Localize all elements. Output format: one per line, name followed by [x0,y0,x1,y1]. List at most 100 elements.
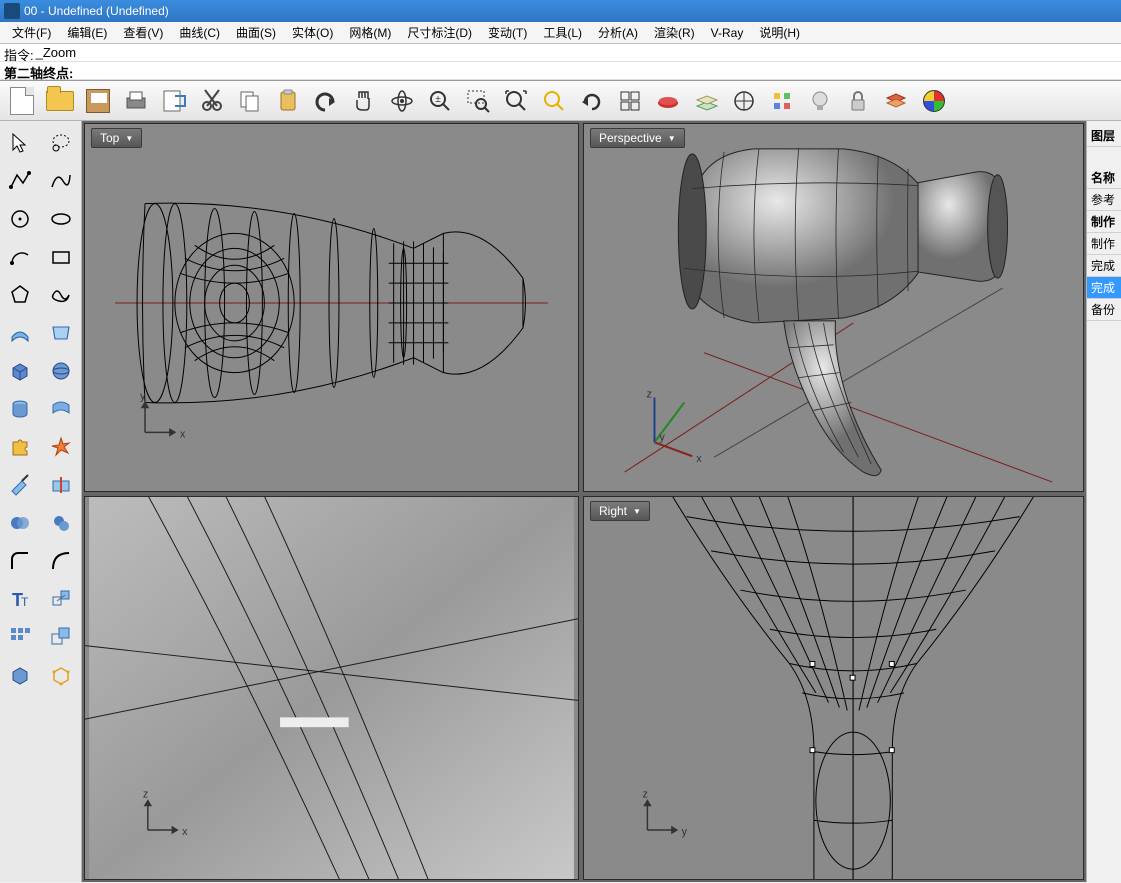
pointer-tool[interactable] [2,125,38,161]
command-line-2[interactable]: 第二轴终点: [0,62,1121,80]
surface-patch-tool[interactable] [2,315,38,351]
lasso-tool[interactable] [43,125,79,161]
cplane-button[interactable] [690,85,722,117]
layer-item[interactable]: 备份 [1087,299,1121,321]
import-button[interactable] [158,85,190,117]
paste-button[interactable] [272,85,304,117]
menu-tools[interactable]: 工具(L) [535,22,590,43]
cplane-xy-button[interactable] [728,85,760,117]
pan-button[interactable] [348,85,380,117]
menu-analyze[interactable]: 分析(A) [590,22,646,43]
zoom-extents-button[interactable] [500,85,532,117]
menu-surface[interactable]: 曲面(S) [228,22,284,43]
menu-edit[interactable]: 编辑(E) [59,22,115,43]
copy-button[interactable] [234,85,266,117]
open-file-button[interactable] [44,85,76,117]
menu-solid[interactable]: 实体(O) [284,22,341,43]
pipe-tool[interactable] [43,391,79,427]
menu-file[interactable]: 文件(F) [4,22,59,43]
viewport-top[interactable]: Top▼ [84,123,579,492]
svg-text:y: y [682,826,688,838]
arc-tool[interactable] [2,239,38,275]
svg-text:x: x [696,453,702,465]
box-tool[interactable] [2,353,38,389]
svg-text:z: z [647,389,652,401]
split-tool[interactable] [43,467,79,503]
command-prompt-1: 指令: [4,45,34,60]
knife-tool[interactable] [2,467,38,503]
undo-view-button[interactable] [576,85,608,117]
zoom-button[interactable]: ± [424,85,456,117]
viewport-front[interactable]: Front▼ x z [84,496,579,880]
layer-item[interactable]: 完成 [1087,255,1121,277]
text-tool[interactable]: TT [2,581,38,617]
menu-curve[interactable]: 曲线(C) [171,22,228,43]
cylinder-tool[interactable] [2,391,38,427]
svg-text:z: z [143,789,148,801]
svg-text:z: z [643,789,648,801]
transform-tool[interactable] [43,581,79,617]
svg-text:x: x [180,428,186,440]
viewport-front-canvas: x z [85,497,578,879]
cage-edit-tool[interactable] [43,657,79,693]
box-edit-tool[interactable] [2,657,38,693]
cut-button[interactable] [196,85,228,117]
layer-color-button[interactable] [918,85,950,117]
polygon-tool[interactable] [2,277,38,313]
layer-item[interactable]: 参考 [1087,189,1121,211]
menu-bar: 文件(F) 编辑(E) 查看(V) 曲线(C) 曲面(S) 实体(O) 网格(M… [0,22,1121,44]
menu-help[interactable]: 说明(H) [751,22,808,43]
curve-tool[interactable] [43,163,79,199]
window-title: 00 - Undefined (Undefined) [24,4,169,18]
sphere-tool[interactable] [43,353,79,389]
print-button[interactable] [120,85,152,117]
layer-item[interactable]: 制作 [1087,211,1121,233]
menu-vray[interactable]: V-Ray [703,24,752,42]
four-view-button[interactable] [614,85,646,117]
osnap-button[interactable] [766,85,798,117]
loft-tool[interactable] [43,315,79,351]
lock-button[interactable] [842,85,874,117]
right-panel: 图层 名称 参考 制作 制作 完成 完成 备份 [1086,121,1121,882]
lightbulb-button[interactable] [804,85,836,117]
menu-mesh[interactable]: 网格(M) [341,22,399,43]
zoom-window-button[interactable] [462,85,494,117]
new-file-button[interactable] [6,85,38,117]
array-tool[interactable] [2,619,38,655]
zoom-selected-button[interactable] [538,85,570,117]
copy-move-tool[interactable] [43,619,79,655]
menu-transform[interactable]: 变动(T) [480,22,535,43]
fillet-tool[interactable] [2,543,38,579]
explode-tool[interactable] [43,429,79,465]
layers-button[interactable] [880,85,912,117]
undo-button[interactable] [310,85,342,117]
circle-tool[interactable] [2,201,38,237]
viewports-container: Top▼ [82,121,1086,882]
rotate-view-button[interactable] [386,85,418,117]
left-toolbox: TT [0,121,82,882]
boolean-diff-tool[interactable] [43,505,79,541]
layer-item[interactable]: 制作 [1087,233,1121,255]
puzzle-tool[interactable] [2,429,38,465]
menu-view[interactable]: 查看(V) [115,22,171,43]
svg-text:y: y [140,390,146,402]
layer-item-selected[interactable]: 完成 [1087,277,1121,299]
menu-render[interactable]: 渲染(R) [646,22,703,43]
command-line-1[interactable]: 指令: _Zoom [0,44,1121,62]
menu-dimension[interactable]: 尺寸标注(D) [399,22,480,43]
viewport-right[interactable]: Right▼ [583,496,1084,880]
viewport-perspective-canvas: x y z [584,124,1083,491]
polyline-tool[interactable] [2,163,38,199]
rectangle-tool[interactable] [43,239,79,275]
app-icon [4,3,20,19]
save-file-button[interactable] [82,85,114,117]
ellipse-tool[interactable] [43,201,79,237]
viewport-perspective[interactable]: Perspective▼ [583,123,1084,492]
command-prompt-2: 第二轴终点: [4,63,73,78]
title-bar: 00 - Undefined (Undefined) [0,0,1121,22]
fillet-edge-tool[interactable] [43,543,79,579]
deform-button[interactable] [652,85,684,117]
freeform-tool[interactable] [43,277,79,313]
boolean-tool[interactable] [2,505,38,541]
right-panel-header[interactable]: 图层 [1087,125,1121,147]
